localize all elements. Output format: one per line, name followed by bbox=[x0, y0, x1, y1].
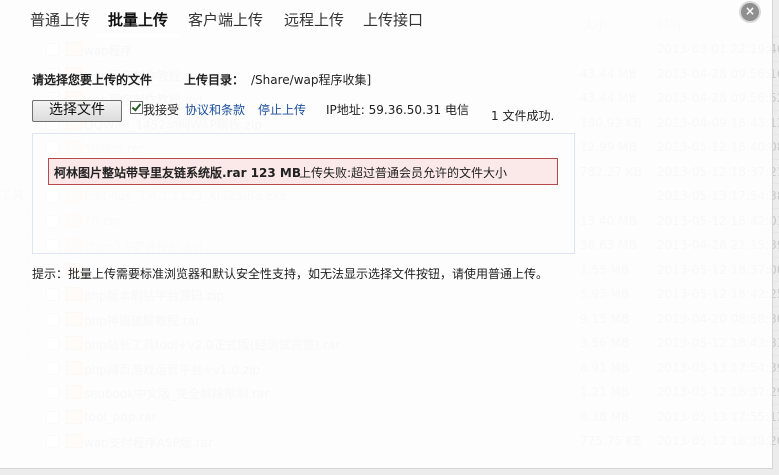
close-button[interactable]: × bbox=[741, 3, 759, 21]
error-message: 上传失败:超过普通会员允许的文件大小 bbox=[299, 166, 508, 180]
upload-hint: 提示：批量上传需要标准浏览器和默认安全性支持，如无法显示选择文件按钮，请使用普通… bbox=[32, 267, 549, 281]
select-files-label: 请选择您要上传的文件 bbox=[32, 73, 153, 87]
upload-error-item: 柯林图片整站带导里友链系统版.rar 123 MB 上传失败:超过普通会员允许的… bbox=[48, 158, 558, 185]
target-dir-path: /Share/wap程序收集] bbox=[251, 73, 372, 87]
agree-checkbox[interactable] bbox=[130, 101, 143, 114]
tab-normal-upload[interactable]: 普通上传 bbox=[18, 8, 102, 34]
agree-prefix: 我接受 bbox=[143, 103, 180, 117]
ip-address: IP地址: 59.36.50.31 电信 bbox=[326, 103, 469, 117]
success-count: 1 文件成功. bbox=[491, 109, 555, 123]
tab-remote-upload[interactable]: 远程上传 bbox=[272, 8, 356, 34]
close-icon: × bbox=[744, 4, 756, 18]
tab-batch-upload[interactable]: 批量上传 bbox=[96, 8, 181, 37]
error-file-name: 柯林图片整站带导里友链系统版.rar 123 MB bbox=[54, 166, 301, 180]
terms-link[interactable]: 协议和条款 bbox=[185, 101, 245, 118]
stop-upload-link[interactable]: 停止上传 bbox=[258, 101, 306, 118]
target-dir-label: 上传目录： bbox=[184, 73, 245, 87]
tab-client-upload[interactable]: 客户端上传 bbox=[176, 8, 275, 34]
upload-dialog: 普通上传 批量上传 客户端上传 远程上传 上传接口 × 请选择您要上传的文件 上… bbox=[0, 0, 773, 469]
tab-upload-api[interactable]: 上传接口 bbox=[351, 8, 435, 34]
upload-queue-panel bbox=[32, 133, 575, 254]
choose-files-button[interactable]: 选择文件 bbox=[32, 100, 122, 122]
